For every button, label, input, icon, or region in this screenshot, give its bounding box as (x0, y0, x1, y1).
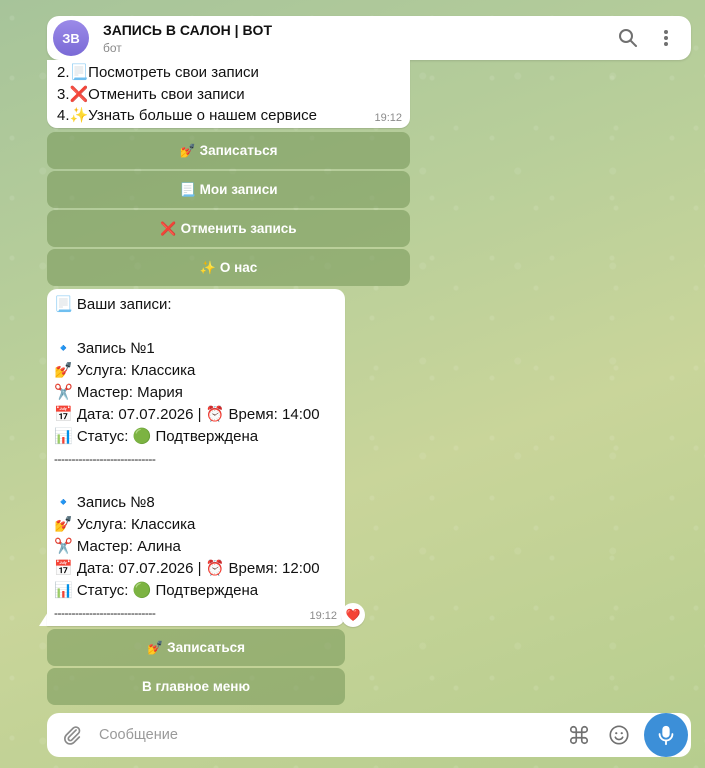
record-service: 💅 Услуга: Классика (54, 362, 196, 379)
record-service: 💅 Услуга: Классика (54, 516, 196, 533)
records-heading: 📃 Ваши записи: (54, 296, 172, 313)
message-time: 19:12 (309, 610, 337, 622)
button-label: О нас (219, 260, 258, 275)
button-label: Записаться (167, 640, 246, 655)
nail-polish-icon: 💅 (179, 142, 196, 158)
chat-header[interactable]: ЗВ ЗАПИСЬ В САЛОН | BOT бот (47, 16, 691, 60)
record-datetime: 📅 Дата: 07.07.2026 | ⏰ Время: 12:00 (54, 560, 320, 577)
about-button[interactable]: ✨ О нас (47, 249, 410, 286)
button-label: Мои записи (199, 182, 278, 197)
cross-icon: ❌ (160, 220, 177, 236)
record-title: 🔹 Запись №1 (54, 340, 155, 357)
my-records-button[interactable]: 📃 Мои записи (47, 171, 410, 208)
chat-title: ЗАПИСЬ В САЛОН | BOT (103, 21, 272, 38)
record-status: 📊 Статус: 🟢 Подтверждена (54, 428, 259, 445)
button-label: Отменить запись (180, 221, 297, 236)
message-composer: Сообщение (47, 713, 691, 757)
record-separator: ----------------------------- (54, 606, 156, 620)
menu-line: 3.❌Отменить свои записи (57, 85, 245, 103)
more-vertical-icon[interactable] (651, 23, 681, 53)
menu-line: 4.✨Узнать больше о нашем сервисе (57, 107, 317, 124)
heart-icon: ❤️ (345, 608, 361, 622)
command-icon[interactable] (564, 720, 594, 750)
nail-polish-icon: 💅 (146, 639, 164, 655)
heart-reaction[interactable]: ❤️ (341, 603, 365, 627)
menu-line: 2.📃Посмотреть свои записи (57, 64, 259, 81)
book-button-bottom[interactable]: 💅 Записаться (47, 629, 345, 666)
records-message: 📃 Ваши записи: 🔹 Запись №1 💅 Услуга: Кла… (47, 289, 345, 626)
record-title: 🔹 Запись №8 (54, 494, 155, 511)
record-master: ✂️ Мастер: Алина (54, 538, 181, 555)
avatar[interactable]: ЗВ (53, 20, 89, 56)
chat-title-block[interactable]: ЗАПИСЬ В САЛОН | BOT бот (103, 22, 605, 55)
button-label: В главное меню (141, 679, 250, 694)
book-button[interactable]: 💅 Записаться (47, 132, 410, 169)
microphone-icon[interactable] (644, 713, 688, 757)
paperclip-icon[interactable] (57, 720, 87, 750)
menu-message: 2.📃Посмотреть свои записи 3.❌Отменить св… (47, 60, 410, 128)
record-status: 📊 Статус: 🟢 Подтверждена (54, 582, 259, 599)
button-label: Записаться (199, 143, 278, 158)
search-icon[interactable] (613, 23, 643, 53)
smile-icon[interactable] (604, 720, 634, 750)
record-datetime: 📅 Дата: 07.07.2026 | ⏰ Время: 14:00 (54, 406, 320, 423)
sparkles-icon: ✨ (199, 259, 216, 275)
message-time: 19:12 (374, 112, 402, 124)
page-icon: 📃 (179, 181, 196, 197)
record-separator: ----------------------------- (54, 452, 156, 466)
chat-subtitle: бот (103, 40, 122, 55)
message-input[interactable]: Сообщение (99, 727, 564, 743)
record-master: ✂️ Мастер: Мария (54, 384, 183, 401)
cancel-record-button[interactable]: ❌ Отменить запись (47, 210, 410, 247)
main-menu-button[interactable]: В главное меню (47, 668, 345, 705)
